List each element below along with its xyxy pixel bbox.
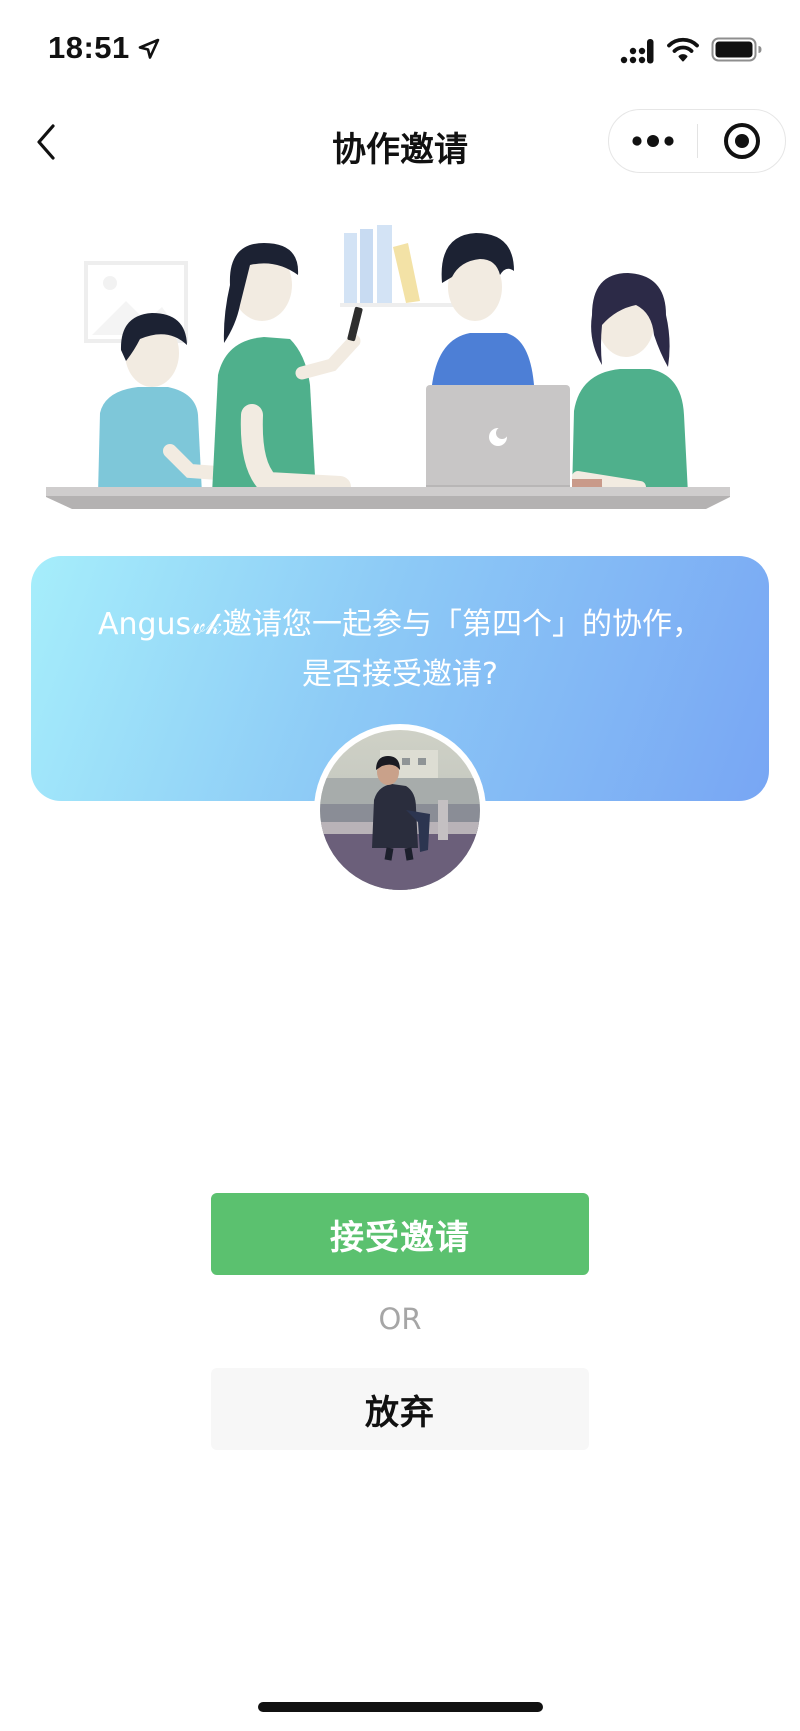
- invite-message: Angus𝓋𝓀邀请您一起参与「第四个」的协作，是否接受邀请?: [97, 607, 703, 692]
- close-mini-program-button[interactable]: [698, 110, 786, 172]
- more-button[interactable]: [609, 110, 697, 172]
- wifi-icon: [667, 37, 699, 62]
- battery-icon: [711, 37, 762, 62]
- decline-button[interactable]: 放弃: [211, 1368, 589, 1450]
- accept-invite-button[interactable]: 接受邀请: [211, 1193, 589, 1275]
- status-bar: 18:51: [0, 0, 800, 100]
- inviter-avatar: [314, 724, 486, 896]
- collaboration-illustration: [46, 225, 730, 509]
- location-arrow-icon: [138, 38, 160, 59]
- more-dots-icon: [632, 135, 674, 147]
- signal-icon: [620, 39, 654, 64]
- home-indicator: [258, 1702, 543, 1712]
- mini-program-capsule: [608, 109, 786, 173]
- avatar-photo: [320, 730, 480, 890]
- nav-bar: 协作邀请: [0, 100, 800, 184]
- status-time: 18:51: [48, 30, 130, 65]
- or-separator: OR: [378, 1302, 422, 1336]
- close-target-icon: [724, 123, 760, 159]
